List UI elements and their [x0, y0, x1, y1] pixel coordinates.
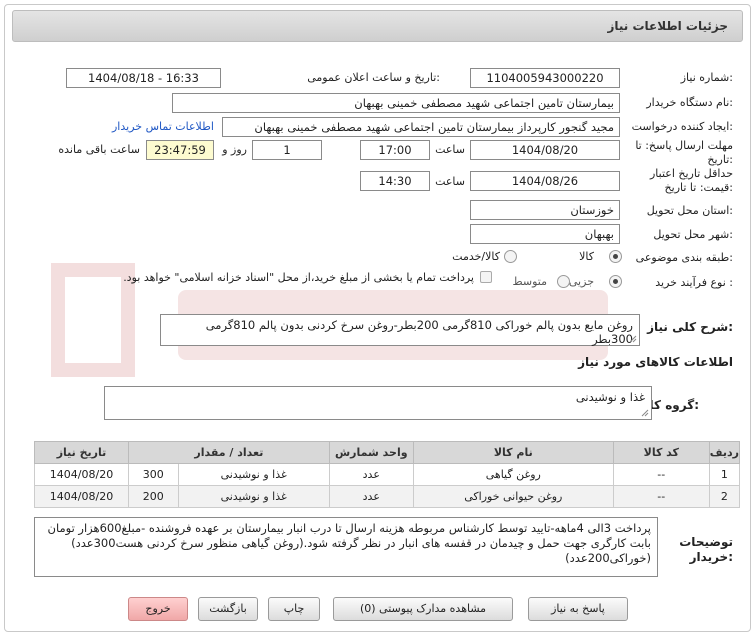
- buyer-notes-label-line2: خریدار:: [689, 550, 733, 564]
- process-radio-minor[interactable]: [609, 275, 622, 288]
- exit-button[interactable]: خروج: [128, 597, 188, 621]
- summary-textarea[interactable]: روغن مایع بدون پالم خوراکی 810گرمی 200بط…: [160, 314, 640, 346]
- cell-row: 2: [708, 485, 741, 508]
- deadline-time-label: ساعت: [435, 143, 465, 156]
- col-row: ردیف: [708, 441, 741, 464]
- category-radio-goods-services[interactable]: [504, 250, 517, 263]
- cell-unit: عدد: [328, 485, 414, 508]
- creator-field: مجید گنجور کارپرداز بیمارستان تامین اجتم…: [222, 117, 620, 137]
- cell-date: 1404/08/20: [34, 485, 129, 508]
- deadline-date-field: 1404/08/20: [470, 140, 620, 160]
- col-date: تاریخ نیاز: [34, 441, 129, 464]
- goods-group-text: غذا و نوشیدنی: [575, 390, 645, 404]
- buyer-notes-textarea[interactable]: پرداخت 3الی 4ماهه-تایید توسط کارشناس مرب…: [34, 517, 658, 577]
- table-header-row: ردیف کد کالا نام کالا واحد شمارش تعداد /…: [34, 441, 741, 464]
- buyer-org-label: نام دستگاه خریدار:: [646, 96, 733, 109]
- process-option-medium: متوسط: [512, 275, 547, 288]
- goods-table: ردیف کد کالا نام کالا واحد شمارش تعداد /…: [34, 441, 741, 508]
- cell-unit: عدد: [328, 463, 414, 486]
- deadline-time-field: 17:00: [360, 140, 430, 160]
- remaining-days-field: 1: [252, 140, 322, 160]
- resize-handle-icon[interactable]: [641, 409, 649, 417]
- cell-code: --: [612, 463, 710, 486]
- process-radio-medium[interactable]: [557, 275, 570, 288]
- col-unit: واحد شمارش: [328, 441, 414, 464]
- goods-group-textarea[interactable]: غذا و نوشیدنی: [104, 386, 652, 420]
- items-section-title: اطلاعات کالاهای مورد نیاز: [578, 355, 733, 369]
- city-label: شهر محل تحویل:: [653, 228, 733, 241]
- page-title: جزئیات اطلاعات نیاز: [607, 19, 728, 33]
- col-name: نام کالا: [412, 441, 614, 464]
- process-label: نوع فرآیند خرید :: [655, 276, 733, 289]
- days-label: روز و: [222, 143, 247, 156]
- category-option-goods-services: کالا/خدمت: [452, 250, 500, 263]
- need-number-field: 1104005943000220: [470, 68, 620, 88]
- province-label: استان محل تحویل:: [646, 204, 733, 217]
- cell-row: 1: [708, 463, 741, 486]
- validity-time-label: ساعت: [435, 175, 465, 188]
- cell-group: غذا و نوشیدنی: [177, 463, 330, 486]
- back-button[interactable]: بازگشت: [198, 597, 258, 621]
- announce-datetime-field: 1404/08/18 - 16:33: [66, 68, 221, 88]
- category-label: طبقه بندی موضوعی:: [635, 251, 733, 264]
- col-code: کد کالا: [612, 441, 710, 464]
- cell-quantity: 300: [128, 463, 179, 486]
- category-radio-goods[interactable]: [609, 250, 622, 263]
- city-field: بهبهان: [470, 224, 620, 244]
- deadline-label-line2: تاریخ:: [707, 153, 733, 166]
- cell-group: غذا و نوشیدنی: [177, 485, 330, 508]
- cell-name: روغن حیوانی خوراکی: [412, 485, 614, 508]
- creator-label: ایجاد کننده درخواست:: [631, 120, 733, 133]
- summary-text: روغن مایع بدون پالم خوراکی 810گرمی 200بط…: [205, 318, 633, 346]
- buyer-notes-text: پرداخت 3الی 4ماهه-تایید توسط کارشناس مرب…: [47, 521, 651, 565]
- table-row[interactable]: 2 -- روغن حیوانی خوراکی عدد غذا و نوشیدن…: [34, 485, 741, 508]
- buyer-contact-link[interactable]: اطلاعات تماس خریدار: [112, 120, 214, 133]
- col-quantity: تعداد / مقدار: [128, 441, 330, 464]
- cell-date: 1404/08/20: [34, 463, 129, 486]
- remaining-time-label: ساعت باقی مانده: [58, 143, 140, 156]
- province-field: خوزستان: [470, 200, 620, 220]
- page-header: جزئیات اطلاعات نیاز: [12, 10, 743, 42]
- attachments-button[interactable]: مشاهده مدارک پیوستی (0): [333, 597, 513, 621]
- validity-label-line1: حداقل تاریخ اعتبار: [649, 167, 733, 180]
- cell-name: روغن گیاهی: [412, 463, 614, 486]
- need-number-label: شماره نیاز:: [680, 71, 733, 84]
- validity-date-field: 1404/08/26: [470, 171, 620, 191]
- category-option-goods: کالا: [579, 250, 594, 263]
- buyer-org-field: بیمارستان تامین اجتماعی شهید مصطفی خمینی…: [172, 93, 620, 113]
- print-button[interactable]: چاپ: [268, 597, 320, 621]
- buyer-notes-label-line1: توضیحات: [679, 535, 733, 549]
- validity-label-line2: قیمت: تا تاریخ:: [664, 181, 733, 194]
- validity-time-field: 14:30: [360, 171, 430, 191]
- resize-handle-icon[interactable]: [629, 335, 637, 343]
- reply-button[interactable]: پاسخ به نیاز: [528, 597, 628, 621]
- cell-quantity: 200: [128, 485, 179, 508]
- deadline-label-line1: مهلت ارسال پاسخ: تا: [635, 139, 733, 152]
- cell-code: --: [612, 485, 710, 508]
- announce-datetime-label: تاریخ و ساعت اعلان عمومی:: [307, 71, 440, 84]
- table-row[interactable]: 1 -- روغن گیاهی عدد غذا و نوشیدنی 300 14…: [34, 463, 741, 486]
- remaining-time-field: 23:47:59: [146, 140, 214, 160]
- summary-label: شرح کلی نیاز:: [647, 320, 733, 334]
- treasury-payment-checkbox[interactable]: [480, 271, 492, 283]
- process-option-minor: جزیی: [568, 275, 594, 288]
- treasury-payment-note: پرداخت تمام یا بخشی از مبلغ خرید،از محل …: [123, 271, 474, 284]
